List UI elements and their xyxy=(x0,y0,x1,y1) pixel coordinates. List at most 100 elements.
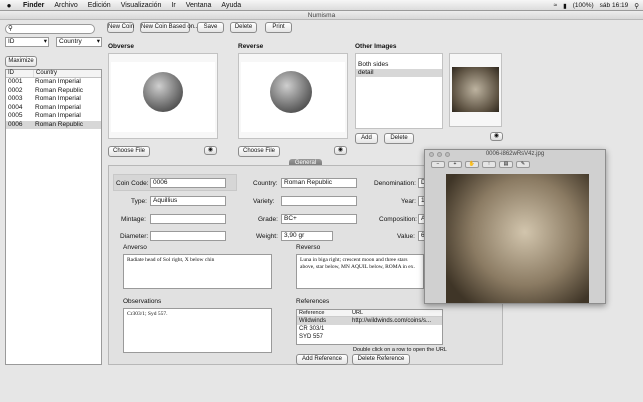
coin-id: 0006 xyxy=(8,120,23,128)
mintage-field[interactable] xyxy=(150,214,226,224)
spotlight-icon[interactable]: ⚲ xyxy=(634,2,639,10)
year-label: Year: xyxy=(401,198,416,205)
list-item[interactable]: 0006 Roman Republic xyxy=(6,120,101,129)
maximize-button[interactable]: Maximize xyxy=(5,56,37,67)
table-row[interactable]: Wildwinds http://wildwinds.com/coins/s... xyxy=(297,317,442,325)
eye-icon[interactable]: ◉ xyxy=(490,132,503,141)
coin-country: Roman Republic xyxy=(35,86,84,94)
weight-field[interactable]: 3,90 gr xyxy=(281,231,333,241)
apple-menu-icon[interactable]: ● xyxy=(0,1,18,10)
header-country[interactable]: Country xyxy=(33,70,101,77)
share-icon[interactable]: ↑ xyxy=(482,160,496,168)
header-reference[interactable]: Reference xyxy=(297,310,350,316)
menu-archivo[interactable]: Archivo xyxy=(49,2,82,9)
menu-visualizacion[interactable]: Visualización xyxy=(116,2,167,9)
sidebar-icon[interactable]: ▤ xyxy=(499,160,513,168)
print-button[interactable]: Print xyxy=(265,22,292,33)
weight-label: Weight: xyxy=(256,233,278,240)
wifi-icon[interactable]: ≈ xyxy=(554,2,558,9)
other-image-item[interactable]: Both sides xyxy=(356,61,442,69)
filter-value-select[interactable]: Country ▾ xyxy=(56,37,102,47)
obverse-choose-file-button[interactable]: Choose File xyxy=(108,146,150,157)
other-image-preview xyxy=(452,67,499,112)
delete-button[interactable]: Delete xyxy=(230,22,257,33)
list-item[interactable]: 0004 Roman Imperial xyxy=(6,104,101,113)
coin-code-field[interactable]: 0006 xyxy=(150,178,226,188)
new-coin-button[interactable]: New Coin xyxy=(107,22,134,33)
new-coin-based-button[interactable]: New Coin Based on... xyxy=(140,22,199,33)
menu-finder[interactable]: Finder xyxy=(18,2,49,9)
table-row[interactable]: SYD 557 xyxy=(297,333,442,341)
edit-icon[interactable]: ✎ xyxy=(516,160,530,168)
country-field[interactable]: Roman Republic xyxy=(281,178,357,188)
list-item[interactable]: 0002 Roman Republic xyxy=(6,87,101,96)
composition-label: Composition: xyxy=(379,216,417,223)
table-row[interactable]: CR 303/1 xyxy=(297,325,442,333)
menu-ventana[interactable]: Ventana xyxy=(181,2,217,9)
clock[interactable]: sáb 16:19 xyxy=(600,2,629,9)
chevron-down-icon: ▾ xyxy=(96,38,100,45)
observations-label: Observations xyxy=(123,298,162,305)
coin-id: 0001 xyxy=(8,78,23,85)
eye-icon[interactable]: ◉ xyxy=(204,146,217,155)
preview-image xyxy=(446,174,589,303)
reverso-textarea[interactable]: Luna in biga right; crescent moon and th… xyxy=(296,254,424,289)
preview-titlebar[interactable]: 0006-i862wRsV4z.jpg xyxy=(425,150,605,159)
hand-icon[interactable]: ✋ xyxy=(465,160,479,168)
references-header: Reference URL xyxy=(297,310,442,317)
anverso-textarea[interactable]: Radiate head of Sol right, X below chin xyxy=(123,254,272,289)
close-icon[interactable] xyxy=(429,152,434,157)
references-table[interactable]: Reference URL Wildwinds http://wildwinds.… xyxy=(296,309,443,345)
coin-country: Roman Imperial xyxy=(35,78,81,85)
other-images-label: Other Images xyxy=(355,43,397,50)
references-hint: Double click on a row to open the URL xyxy=(353,347,447,353)
header-url[interactable]: URL xyxy=(350,310,442,316)
save-button[interactable]: Save xyxy=(197,22,224,33)
reference-url xyxy=(350,325,442,333)
search-input[interactable]: ⚲ xyxy=(5,24,95,34)
add-image-button[interactable]: Add xyxy=(355,133,378,144)
coin-list[interactable]: ID Country 0001 Roman Imperial 0002 Roman R… xyxy=(5,69,102,365)
grade-field[interactable]: BC+ xyxy=(281,214,357,224)
delete-reference-button[interactable]: Delete Reference xyxy=(352,354,410,365)
filter-field-select[interactable]: ID ▾ xyxy=(5,37,49,47)
observations-textarea[interactable]: Cr303/1; Syd 557. xyxy=(123,308,272,353)
diameter-label: Diameter: xyxy=(120,233,149,240)
delete-image-button[interactable]: Delete xyxy=(384,133,414,144)
reverse-choose-file-button[interactable]: Choose File xyxy=(238,146,280,157)
add-reference-button[interactable]: Add Reference xyxy=(296,354,348,365)
diameter-field[interactable] xyxy=(150,231,226,241)
reverse-label: Reverse xyxy=(238,43,264,50)
coin-id: 0005 xyxy=(8,112,23,119)
battery-icon[interactable]: ▮ xyxy=(563,2,567,10)
menu-ir[interactable]: Ir xyxy=(166,2,180,9)
filter-value-text: Country xyxy=(59,38,82,45)
coin-list-header: ID Country xyxy=(6,70,101,78)
type-field[interactable]: Aquillius xyxy=(150,196,226,206)
coin-country: Roman Republic xyxy=(35,120,84,128)
preview-window[interactable]: 0006-i862wRsV4z.jpg − + ✋ ↑ ▤ ✎ xyxy=(424,149,606,304)
variety-field[interactable] xyxy=(281,196,357,206)
list-item[interactable]: 0005 Roman Imperial xyxy=(6,112,101,121)
other-images-list[interactable]: Both sides detail xyxy=(355,53,443,129)
zoom-in-icon[interactable]: + xyxy=(448,160,462,168)
denomination-label: Denomination: xyxy=(374,180,416,187)
list-item[interactable]: 0003 Roman Imperial xyxy=(6,95,101,104)
chevron-down-icon: ▾ xyxy=(43,38,47,45)
zoom-icon[interactable] xyxy=(445,152,450,157)
preview-toolbar: − + ✋ ↑ ▤ ✎ xyxy=(425,159,605,169)
menu-ayuda[interactable]: Ayuda xyxy=(216,2,246,9)
header-id[interactable]: ID xyxy=(6,70,33,77)
reference-name: CR 303/1 xyxy=(299,326,325,332)
menu-edicion[interactable]: Edición xyxy=(83,2,116,9)
value-label: Value: xyxy=(397,233,415,240)
window-controls xyxy=(429,152,450,157)
country-label: Country: xyxy=(253,180,278,187)
list-item[interactable]: 0001 Roman Imperial xyxy=(6,78,101,87)
minimize-icon[interactable] xyxy=(437,152,442,157)
eye-icon[interactable]: ◉ xyxy=(334,146,347,155)
reference-url xyxy=(350,333,442,341)
zoom-out-icon[interactable]: − xyxy=(431,160,445,168)
status-area: ≈ ▮ (100%) sáb 16:19 ⚲ xyxy=(554,0,639,11)
other-image-item[interactable]: detail xyxy=(356,69,442,77)
